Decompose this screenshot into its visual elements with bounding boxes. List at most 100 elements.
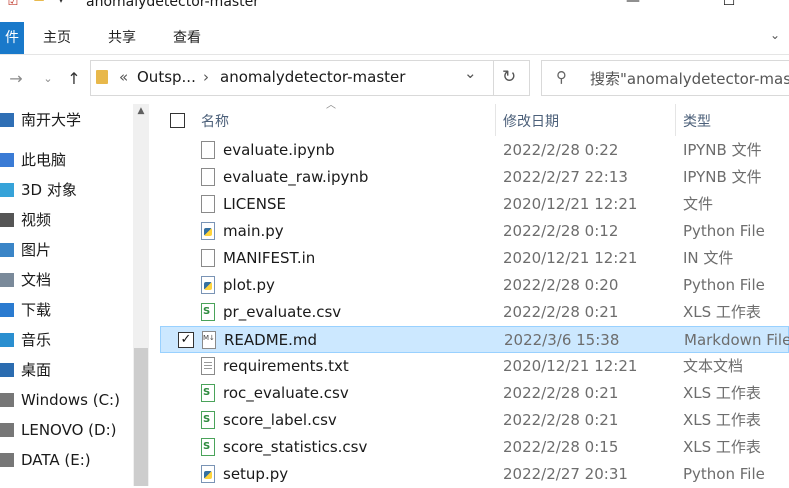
nav-item[interactable]: LENOVO (D:) — [0, 415, 130, 445]
file-icon — [201, 195, 215, 213]
drive-icon — [0, 453, 14, 467]
quick-access-dropdown-icon[interactable]: ▾ — [54, 0, 68, 8]
column-header-date[interactable]: 修改日期 — [503, 108, 559, 136]
nav-item-label: DATA (E:) — [21, 451, 91, 469]
file-row[interactable]: plot.py 2022/2/28 0:20 Python File — [160, 272, 789, 299]
file-name: score_statistics.csv — [223, 438, 368, 456]
row-checkbox[interactable]: ✓ — [178, 332, 194, 348]
scroll-up-arrow-icon[interactable]: ▲ — [133, 106, 149, 122]
file-type: Python File — [683, 222, 765, 240]
file-type: XLS 工作表 — [683, 438, 761, 456]
checkbox-icon[interactable]: ☑ — [6, 0, 20, 8]
nav-item[interactable]: 文档 — [0, 265, 130, 295]
nav-item[interactable]: 下载 — [0, 295, 130, 325]
minimize-button[interactable]: — — [610, 0, 656, 12]
file-name: evaluate_raw.ipynb — [223, 168, 369, 186]
nav-item-label: LENOVO (D:) — [21, 421, 117, 439]
file-row[interactable]: score_label.csv 2022/2/28 0:21 XLS 工作表 — [160, 407, 789, 434]
file-row[interactable]: main.py 2022/2/28 0:12 Python File — [160, 218, 789, 245]
column-header-type[interactable]: 类型 — [683, 108, 711, 136]
select-all-checkbox[interactable] — [170, 113, 185, 128]
address-dropdown-icon[interactable]: ⌄ — [464, 64, 477, 82]
nav-item-label: 下载 — [21, 301, 52, 319]
nav-item-label: Windows (C:) — [21, 391, 120, 409]
file-row[interactable]: setup.py 2022/2/27 20:31 Python File — [160, 461, 789, 488]
nav-item[interactable]: 视频 — [0, 205, 130, 235]
file-row[interactable]: ✓ README.md 2022/3/6 15:38 Markdown File — [160, 326, 789, 353]
file-name: plot.py — [223, 276, 275, 294]
tab-share[interactable]: 共享 — [108, 22, 136, 54]
nav-item[interactable]: 南开大学 — [0, 105, 130, 135]
file-date: 2022/2/27 20:31 — [503, 465, 628, 483]
nav-item[interactable]: 音乐 — [0, 325, 130, 355]
nav-item[interactable]: Windows (C:) — [0, 385, 130, 415]
overflow-chevron[interactable]: « — [119, 68, 128, 86]
file-name: evaluate.ipynb — [223, 141, 335, 159]
column-divider[interactable] — [675, 104, 676, 136]
nav-item[interactable]: DATA (E:) — [0, 445, 130, 475]
markdown-file-icon — [202, 331, 216, 349]
file-icon — [201, 249, 215, 267]
up-arrow-icon[interactable]: ↑ — [62, 65, 86, 93]
spreadsheet-file-icon — [201, 438, 215, 456]
file-row[interactable]: evaluate_raw.ipynb 2022/2/27 22:13 IPYNB 文… — [160, 164, 789, 191]
python-file-icon — [201, 222, 215, 240]
file-name: pr_evaluate.csv — [223, 303, 342, 321]
file-date: 2022/2/28 0:21 — [503, 384, 619, 402]
3d-objects-icon — [0, 183, 14, 197]
breadcrumb-separator[interactable]: › — [203, 68, 209, 86]
python-file-icon — [201, 276, 215, 294]
breadcrumb-current[interactable]: anomalydetector-master — [220, 68, 405, 86]
file-type: Python File — [683, 276, 765, 294]
nav-scroll-thumb[interactable] — [134, 348, 148, 486]
file-type: XLS 工作表 — [683, 303, 761, 321]
search-input[interactable]: 搜索"anomalydetector-mas — [590, 68, 789, 89]
drive-icon — [0, 393, 14, 407]
file-row[interactable]: pr_evaluate.csv 2022/2/28 0:21 XLS 工作表 — [160, 299, 789, 326]
pictures-icon — [0, 243, 14, 257]
file-name: README.md — [224, 331, 318, 349]
file-date: 2022/2/28 0:22 — [503, 141, 619, 159]
file-row[interactable]: roc_evaluate.csv 2022/2/28 0:21 XLS 工作表 — [160, 380, 789, 407]
nav-item[interactable]: 3D 对象 — [0, 175, 130, 205]
sort-ascending-icon: ︿ — [326, 100, 336, 111]
tab-view[interactable]: 查看 — [173, 22, 201, 54]
tab-file[interactable]: 件 — [0, 22, 24, 54]
file-name: LICENSE — [223, 195, 286, 213]
file-name: main.py — [223, 222, 284, 240]
maximize-button[interactable]: ☐ — [706, 0, 752, 12]
file-type: XLS 工作表 — [683, 384, 761, 402]
nav-item-label: 图片 — [21, 241, 52, 259]
column-divider[interactable] — [495, 104, 496, 136]
file-type: XLS 工作表 — [683, 411, 761, 429]
downloads-icon — [0, 303, 14, 317]
forward-arrow-icon[interactable]: → — [4, 65, 28, 93]
file-row[interactable]: score_statistics.csv 2022/2/28 0:15 XLS 工作… — [160, 434, 789, 461]
file-type: 文本文档 — [683, 357, 744, 375]
folder-icon — [96, 70, 108, 84]
file-icon — [201, 141, 215, 159]
spreadsheet-file-icon — [201, 384, 215, 402]
nav-item[interactable]: 此电脑 — [0, 145, 130, 175]
recent-locations-icon[interactable]: ⌄ — [36, 65, 60, 93]
file-row[interactable]: evaluate.ipynb 2022/2/28 0:22 IPYNB 文件 — [160, 137, 789, 164]
desktop-icon — [0, 363, 14, 377]
nav-item-label: 音乐 — [21, 331, 52, 349]
file-row[interactable]: requirements.txt 2020/12/21 12:21 文本文档 — [160, 353, 789, 380]
chevron-down-icon[interactable]: ⌄ — [770, 28, 780, 42]
nav-item[interactable]: 桌面 — [0, 355, 130, 385]
nav-item-label: 此电脑 — [21, 151, 67, 169]
file-date: 2020/12/21 12:21 — [503, 249, 638, 267]
file-row[interactable]: LICENSE 2020/12/21 12:21 文件 — [160, 191, 789, 218]
onedrive-folder-icon — [0, 113, 14, 127]
file-row[interactable]: MANIFEST.in 2020/12/21 12:21 IN 文件 — [160, 245, 789, 272]
file-name: roc_evaluate.csv — [223, 384, 349, 402]
python-file-icon — [201, 465, 215, 483]
breadcrumb-outsp[interactable]: Outsp... — [137, 68, 196, 86]
folder-icon: ▀ — [34, 0, 44, 8]
tab-home[interactable]: 主页 — [43, 22, 71, 54]
column-header-name[interactable]: 名称 — [201, 108, 229, 136]
file-date: 2020/12/21 12:21 — [503, 195, 638, 213]
spreadsheet-file-icon — [201, 303, 215, 321]
nav-item[interactable]: 图片 — [0, 235, 130, 265]
